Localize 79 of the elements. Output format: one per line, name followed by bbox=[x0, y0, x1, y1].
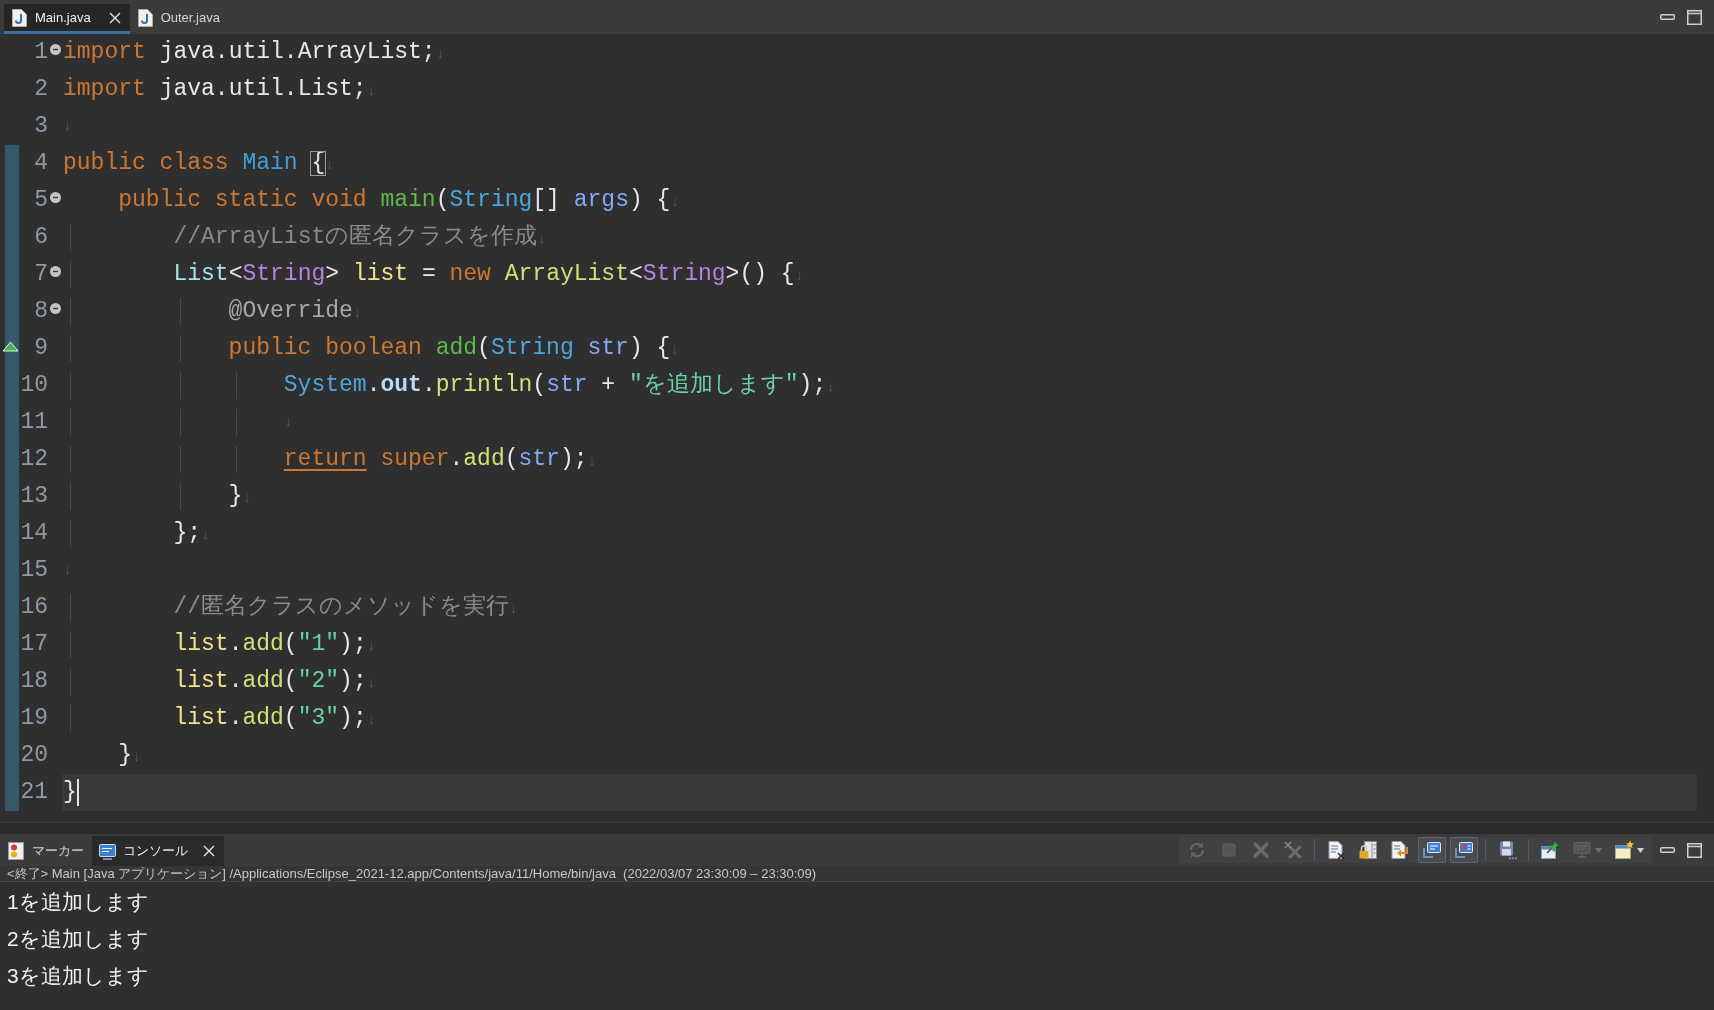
code-line: ↓ bbox=[63, 563, 72, 578]
code-line: }↓ bbox=[228, 485, 252, 508]
output-line: 1を追加します bbox=[7, 891, 149, 912]
code-line: System.out.println(str + "を追加します");↓ bbox=[283, 374, 836, 397]
maximize-icon[interactable] bbox=[1687, 9, 1702, 25]
code-line: list.add("3");↓ bbox=[173, 707, 376, 730]
line-number: 16 bbox=[20, 596, 48, 619]
collapse-icon[interactable] bbox=[49, 266, 61, 277]
collapse-icon[interactable] bbox=[49, 303, 61, 314]
line-number: 3 bbox=[34, 115, 48, 138]
collapse-icon[interactable] bbox=[49, 192, 61, 203]
text-cursor bbox=[76, 779, 79, 806]
line-number: 18 bbox=[20, 670, 48, 693]
star-window-icon bbox=[1614, 840, 1634, 860]
console-view-tab[interactable]: マーカー bbox=[4, 836, 92, 866]
line-number: 2 bbox=[34, 78, 48, 101]
code-line: ↓ bbox=[283, 415, 293, 430]
line-number: 8 bbox=[34, 300, 48, 323]
double-x-icon bbox=[1283, 840, 1303, 860]
code-line: import java.util.List;↓ bbox=[63, 78, 376, 101]
code-line: import java.util.ArrayList;↓ bbox=[63, 41, 445, 64]
console-icon bbox=[99, 842, 116, 860]
line-number: 9 bbox=[34, 337, 48, 360]
line-number: 15 bbox=[20, 559, 48, 582]
line-number: 17 bbox=[20, 633, 48, 656]
editor-tab[interactable]: Outer.java bbox=[129, 4, 232, 34]
line-number: 13 bbox=[20, 485, 48, 508]
line-number: 20 bbox=[20, 744, 48, 767]
code-line: list.add("2");↓ bbox=[173, 670, 376, 693]
document-arrow-icon bbox=[1390, 840, 1410, 860]
close-icon[interactable] bbox=[108, 11, 121, 24]
output-line: 3を追加します bbox=[7, 965, 149, 986]
toolbar-button[interactable] bbox=[1418, 837, 1446, 863]
console-header: <終了> Main [Java アプリケーション] /Applications/Eclipse_2021-12.app/Contents/java/11/Home/bin/java (2022/03/07 23:30:09 – 23:30:09) bbox=[0, 866, 1714, 882]
code-line: list.add("1");↓ bbox=[173, 633, 376, 656]
code-line: } bbox=[63, 781, 77, 804]
lock-document-icon bbox=[1358, 840, 1378, 860]
stop-icon bbox=[1219, 840, 1239, 860]
code-line: }↓ bbox=[118, 744, 142, 767]
refresh-arrows-icon bbox=[1187, 840, 1207, 860]
minimize-icon[interactable] bbox=[1660, 14, 1675, 20]
code-line: public static void main(String[] args) {↓ bbox=[118, 189, 680, 212]
line-number: 10 bbox=[20, 374, 48, 397]
code-line: List<String> list = new ArrayList<String>() {↓ bbox=[173, 263, 804, 286]
window-pin-icon bbox=[1540, 840, 1560, 860]
line-number: 7 bbox=[34, 263, 48, 286]
code-line: };↓ bbox=[173, 522, 211, 545]
code-line: return super.add(str);↓ bbox=[283, 448, 597, 471]
output-line: 2を追加します bbox=[7, 928, 149, 949]
line-number: 1 bbox=[34, 41, 48, 64]
editor-tab[interactable]: Main.java bbox=[4, 4, 130, 34]
caret-icon[interactable] bbox=[1637, 847, 1644, 853]
line-number: 14 bbox=[20, 522, 48, 545]
line-number: 19 bbox=[20, 707, 48, 730]
document-x-icon bbox=[1326, 840, 1346, 860]
line-number: 4 bbox=[34, 152, 48, 175]
floppy-disk-icon bbox=[1497, 840, 1517, 860]
code-line: @Override↓ bbox=[228, 300, 362, 323]
line-number: 11 bbox=[20, 411, 48, 434]
close-icon[interactable] bbox=[203, 845, 215, 857]
x-icon bbox=[1251, 840, 1271, 860]
file-icon bbox=[12, 8, 27, 27]
line-number: 5 bbox=[34, 189, 48, 212]
markers-icon bbox=[8, 842, 24, 860]
minimize-icon[interactable] bbox=[1660, 847, 1675, 853]
console-error-icon bbox=[1454, 840, 1474, 860]
console-view-tab[interactable]: コンソール bbox=[92, 836, 224, 866]
line-number: 6 bbox=[34, 226, 48, 249]
monitor-icon bbox=[1572, 840, 1592, 860]
code-line: public boolean add(String str) {↓ bbox=[228, 337, 680, 360]
collapse-icon[interactable] bbox=[49, 44, 61, 55]
line-number: 12 bbox=[20, 448, 48, 471]
console-lines-icon bbox=[1422, 840, 1442, 860]
code-line: ↓ bbox=[63, 119, 72, 134]
toolbar-button[interactable] bbox=[1450, 837, 1478, 863]
maximize-icon[interactable] bbox=[1687, 842, 1702, 858]
file-icon bbox=[137, 8, 153, 27]
line-number: 21 bbox=[20, 781, 48, 804]
code-line: //ArrayListの匿名クラスを作成↓ bbox=[173, 226, 547, 249]
